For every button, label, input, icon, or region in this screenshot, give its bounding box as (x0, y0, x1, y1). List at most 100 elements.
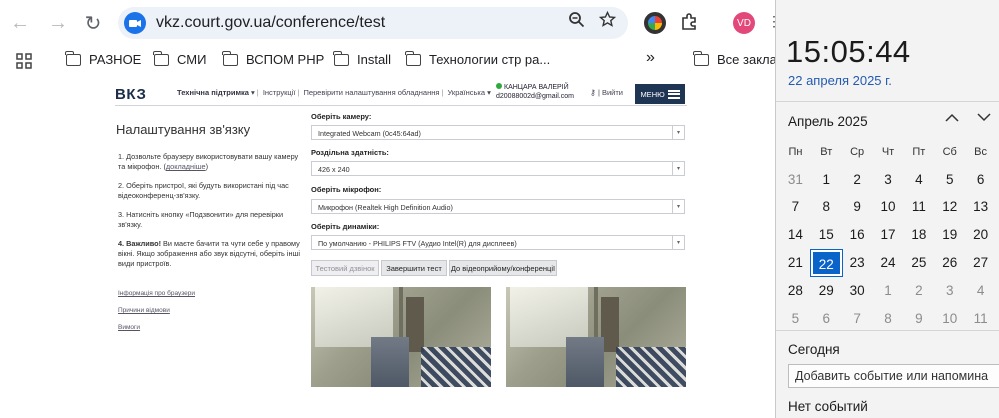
logout-link[interactable]: ⚷ | Вийти (590, 88, 623, 97)
calendar-day[interactable]: 2 (842, 167, 873, 193)
calendar-day[interactable]: 10 (873, 194, 904, 220)
calendar-day[interactable]: 18 (903, 222, 934, 248)
hamburger-icon (667, 89, 680, 99)
bookmark-folder[interactable]: СМИ (153, 50, 206, 67)
end-test-button[interactable]: Завершити тест (381, 260, 447, 276)
calendar-day[interactable]: 21 (780, 250, 811, 276)
requirements-link[interactable]: Вимоги (118, 324, 140, 331)
calendar-day[interactable]: 6 (965, 167, 996, 193)
bookmark-folder[interactable]: ВСПОМ PHP (222, 50, 324, 67)
folder-icon (405, 50, 421, 66)
resolution-select[interactable]: 426 x 240 ▾ (311, 161, 685, 176)
user-info[interactable]: КАНЦАРА ВАЛЕРІЙ d20088002d@gmail.com (496, 83, 574, 101)
calendar-day[interactable]: 26 (934, 250, 965, 276)
extensions-puzzle-icon[interactable] (680, 12, 700, 37)
calendar-day[interactable]: 7 (842, 306, 873, 332)
zoom-icon[interactable] (568, 11, 585, 33)
nav-language[interactable]: Українська (447, 88, 485, 97)
calendar-day[interactable]: 7 (780, 194, 811, 220)
calendar-day[interactable]: 14 (780, 222, 811, 248)
calendar-day[interactable]: 17 (873, 222, 904, 248)
nav-support[interactable]: Технічна підтримка (177, 88, 249, 97)
calendar-day[interactable]: 5 (934, 167, 965, 193)
nav-instructions[interactable]: Інструкції (263, 88, 296, 97)
calendar-day[interactable]: 4 (965, 278, 996, 304)
step-2: 2. Оберіть пристрої, які будуть використ… (118, 181, 289, 200)
user-name: КАНЦАРА ВАЛЕРІЙ (504, 84, 569, 91)
calendar-day[interactable]: 9 (903, 306, 934, 332)
calendar-day[interactable]: 19 (934, 222, 965, 248)
calendar-day[interactable]: 8 (873, 306, 904, 332)
calendar-day[interactable]: 30 (842, 278, 873, 304)
calendar-day[interactable]: 11 (903, 194, 934, 220)
calendar-day[interactable]: 25 (903, 250, 934, 276)
menu-button[interactable]: МЕНЮ (635, 84, 685, 104)
reload-icon[interactable]: ↻ (78, 8, 108, 38)
calendar-day[interactable]: 6 (811, 306, 842, 332)
go-to-conference-button[interactable]: До відеоприйому/конференції (449, 260, 557, 276)
calendar-week: 31 1 2 3 4 5 6 (780, 166, 996, 194)
remote-video-preview (506, 287, 686, 387)
profile-avatar[interactable]: VD (733, 12, 755, 34)
local-video-preview (311, 287, 491, 387)
bookmark-folder[interactable]: Технологии стр ра... (405, 50, 550, 67)
bookmarks-bar: РАЗНОЕ СМИ ВСПОМ PHP Install Технологии … (0, 46, 784, 76)
site-logo[interactable]: ВКЗ (115, 86, 146, 103)
step-4: 4. Важливо! Ви маєте бачити та чути себе… (118, 239, 301, 268)
calendar-day[interactable]: 15 (811, 222, 842, 248)
calendar-day[interactable]: 11 (965, 306, 996, 332)
speaker-select[interactable]: По умолчанию - PHILIPS FTV (Аудио Intel(… (311, 235, 685, 250)
calendar-day[interactable]: 1 (873, 278, 904, 304)
star-icon[interactable] (598, 10, 617, 33)
full-date-link[interactable]: 22 апреля 2025 г. (788, 73, 892, 88)
more-bookmarks-icon[interactable]: » (646, 49, 655, 67)
calendar-day[interactable]: 16 (842, 222, 873, 248)
add-event-input[interactable]: Добавить событие или напомина (788, 364, 999, 388)
calendar-day[interactable]: 20 (965, 222, 996, 248)
back-icon[interactable]: ← (5, 8, 35, 38)
calendar-day[interactable]: 5 (780, 306, 811, 332)
calendar-day[interactable]: 4 (903, 167, 934, 193)
calendar-day[interactable]: 9 (842, 194, 873, 220)
resolution-label: Роздільна здатність: (311, 148, 389, 157)
mic-select[interactable]: Микрофон (Realtek High Definition Audio)… (311, 199, 685, 214)
bookmark-folder[interactable]: Install (333, 50, 391, 67)
nav-check-settings[interactable]: Перевірити налаштування обладнання (303, 88, 439, 97)
calendar-day[interactable]: 29 (811, 278, 842, 304)
browser-toolbar: ← → ↻ vkz.court.gov.ua/conference/test V… (0, 0, 781, 46)
calendar-day[interactable]: 2 (903, 278, 934, 304)
camera-select[interactable]: Integrated Webcam (0c45:64ad) ▾ (311, 125, 685, 140)
calendar-day[interactable]: 24 (873, 250, 904, 276)
calendar-day[interactable]: 23 (842, 250, 873, 276)
calendar-week: 21 22 23 24 25 26 27 (780, 249, 996, 278)
apps-grid-icon[interactable] (16, 53, 32, 72)
address-bar[interactable]: vkz.court.gov.ua/conference/test (118, 7, 628, 39)
refusal-reasons-link[interactable]: Причини відмови (118, 307, 170, 314)
calendar-day-today[interactable]: 22 (809, 249, 843, 278)
test-call-button[interactable]: Тестовий дзвінок (311, 260, 379, 276)
url-text[interactable]: vkz.court.gov.ua/conference/test (156, 14, 385, 32)
calendar-day[interactable]: 3 (934, 278, 965, 304)
forward-icon[interactable]: → (43, 8, 73, 38)
calendar-day[interactable]: 31 (780, 167, 811, 193)
browser-info-link[interactable]: Інформація про браузери (118, 290, 195, 297)
calendar-day[interactable]: 1 (811, 167, 842, 193)
calendar-day[interactable]: 12 (934, 194, 965, 220)
video-camera-icon[interactable] (124, 12, 146, 34)
chevron-down-icon[interactable] (977, 110, 991, 125)
calendar-day[interactable]: 8 (811, 194, 842, 220)
calendar-day[interactable]: 3 (873, 167, 904, 193)
chevron-up-icon[interactable] (945, 110, 959, 125)
month-title[interactable]: Апрель 2025 (788, 114, 868, 129)
more-info-link[interactable]: докладніше (166, 162, 206, 171)
bookmark-folder-all[interactable]: Все заклад (693, 50, 784, 67)
step-3: 3. Натисніть кнопку «Подзвонити» для пер… (118, 210, 284, 229)
calendar-day[interactable]: 27 (965, 250, 996, 276)
chevron-down-icon: ▾ (672, 126, 684, 139)
dropdown-caret-icon: ▾ (248, 88, 255, 97)
calendar-day[interactable]: 28 (780, 278, 811, 304)
calendar-day[interactable]: 10 (934, 306, 965, 332)
calendar-day[interactable]: 13 (965, 194, 996, 220)
bookmark-folder[interactable]: РАЗНОЕ (65, 50, 141, 67)
extension-colorful-icon[interactable] (644, 12, 666, 34)
